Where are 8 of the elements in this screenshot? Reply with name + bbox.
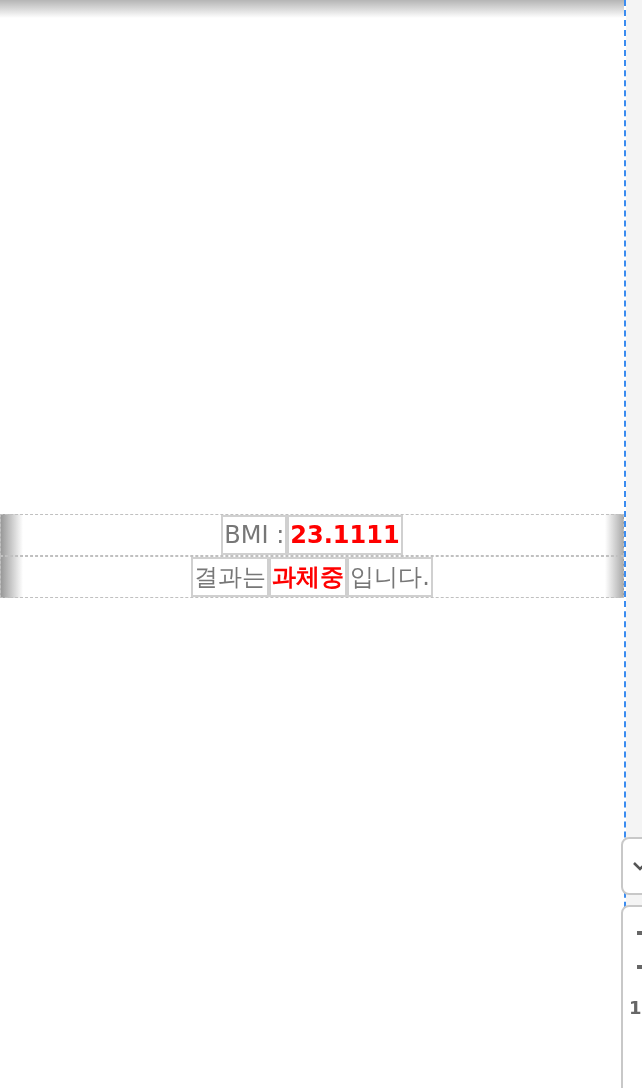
result-label: 입니다. — [347, 557, 433, 597]
result-label: BMI : — [221, 515, 288, 555]
result-value: 23.1111 — [287, 515, 403, 555]
result-value: 과체중 — [269, 557, 348, 597]
dash-icon — [637, 965, 642, 969]
panel-text: 1 — [629, 999, 642, 1017]
result-label: 결과는 — [191, 557, 270, 597]
dash-icon — [637, 931, 642, 935]
